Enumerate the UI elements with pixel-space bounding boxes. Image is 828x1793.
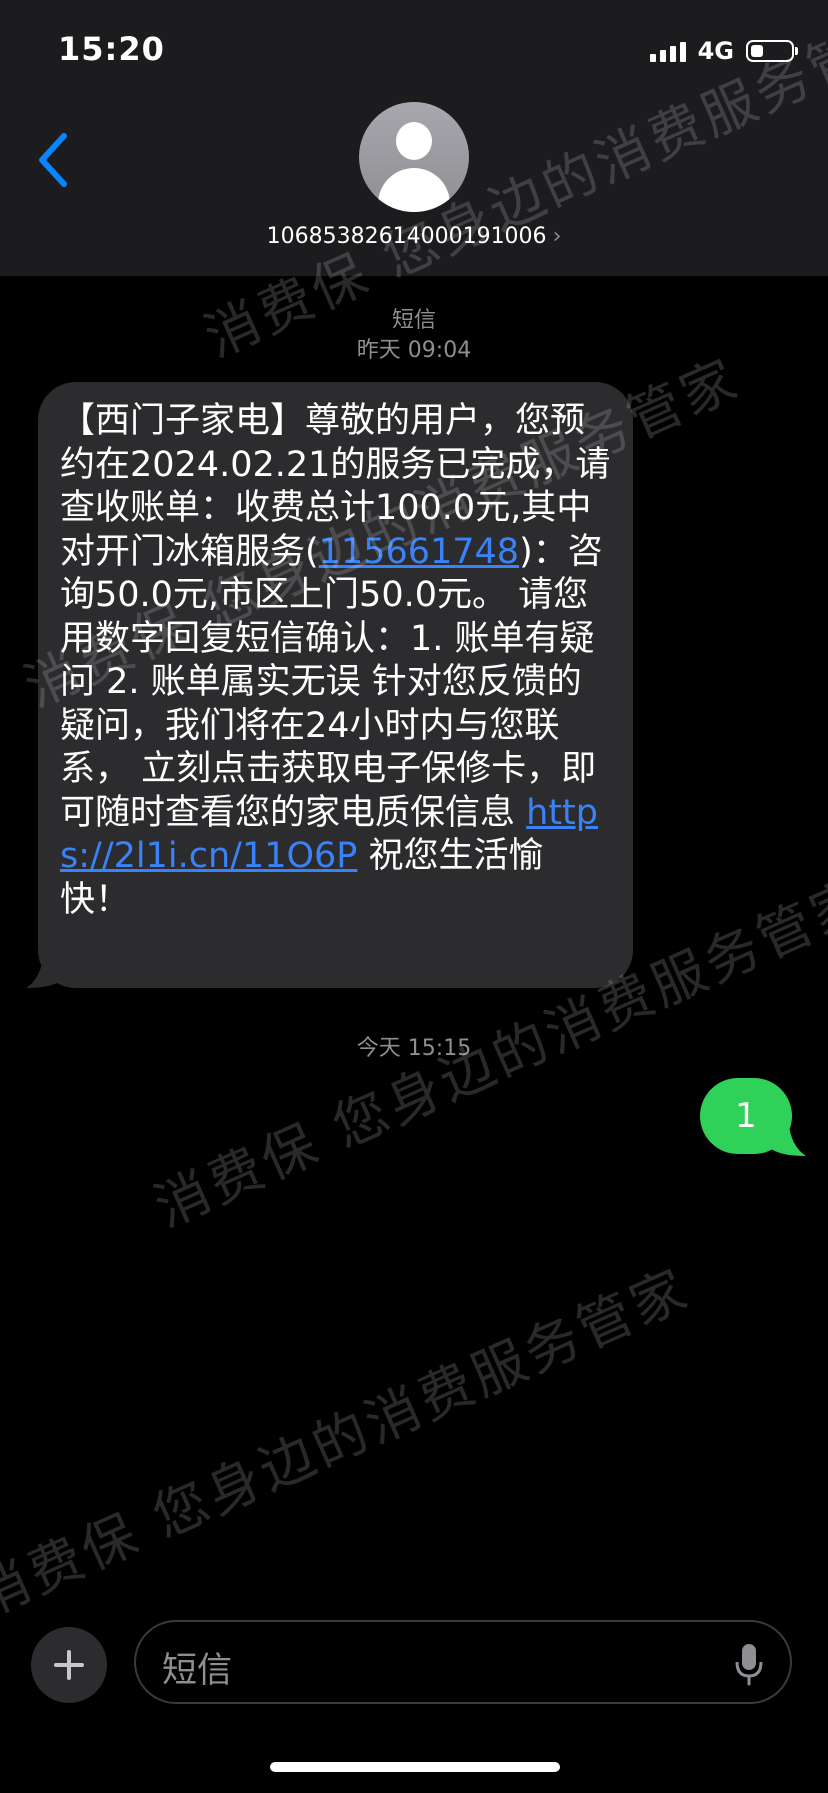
status-time: 15:20 — [58, 30, 165, 68]
chevron-left-icon — [39, 133, 67, 187]
microphone-icon[interactable] — [734, 1642, 764, 1686]
status-indicators: 4G — [649, 36, 798, 66]
plus-icon — [54, 1650, 84, 1680]
contact-avatar[interactable] — [359, 102, 469, 212]
order-number-link[interactable]: 115661748 — [319, 532, 519, 572]
home-indicator[interactable] — [270, 1762, 560, 1772]
timestamp-label-today: 今天 15:15 — [356, 1036, 472, 1061]
chevron-right-icon: › — [552, 224, 562, 249]
outgoing-message-text: 1 — [735, 1096, 757, 1136]
back-button[interactable] — [34, 130, 74, 190]
contact-number[interactable]: 10685382614000191006 › — [0, 224, 828, 249]
status-bar: 15:20 4G — [0, 0, 828, 100]
person-icon — [396, 122, 432, 160]
incoming-message-bubble[interactable]: 【西门子家电】尊敬的用户，您预约在2024.02.21的服务已完成，请查收账单：… — [38, 382, 633, 988]
message-input[interactable]: 短信 — [134, 1620, 792, 1704]
incoming-bubble-tail — [26, 950, 62, 988]
outgoing-bubble-tail — [770, 1118, 806, 1156]
timestamp-label: 昨天 09:04 — [356, 338, 472, 363]
conversation-header: 10685382614000191006 › — [0, 100, 828, 276]
add-button[interactable] — [31, 1627, 107, 1703]
incoming-message-text: 【西门子家电】尊敬的用户，您预约在2024.02.21的服务已完成，请查收账单：… — [60, 401, 611, 920]
network-type: 4G — [697, 37, 734, 65]
message-input-placeholder: 短信 — [162, 1651, 233, 1691]
watermark: 消费保 您身边的消费服务管家 — [0, 1256, 700, 1630]
battery-icon — [746, 40, 798, 62]
cellular-signal-icon — [649, 40, 686, 62]
message-service-label: 短信 — [391, 308, 436, 333]
